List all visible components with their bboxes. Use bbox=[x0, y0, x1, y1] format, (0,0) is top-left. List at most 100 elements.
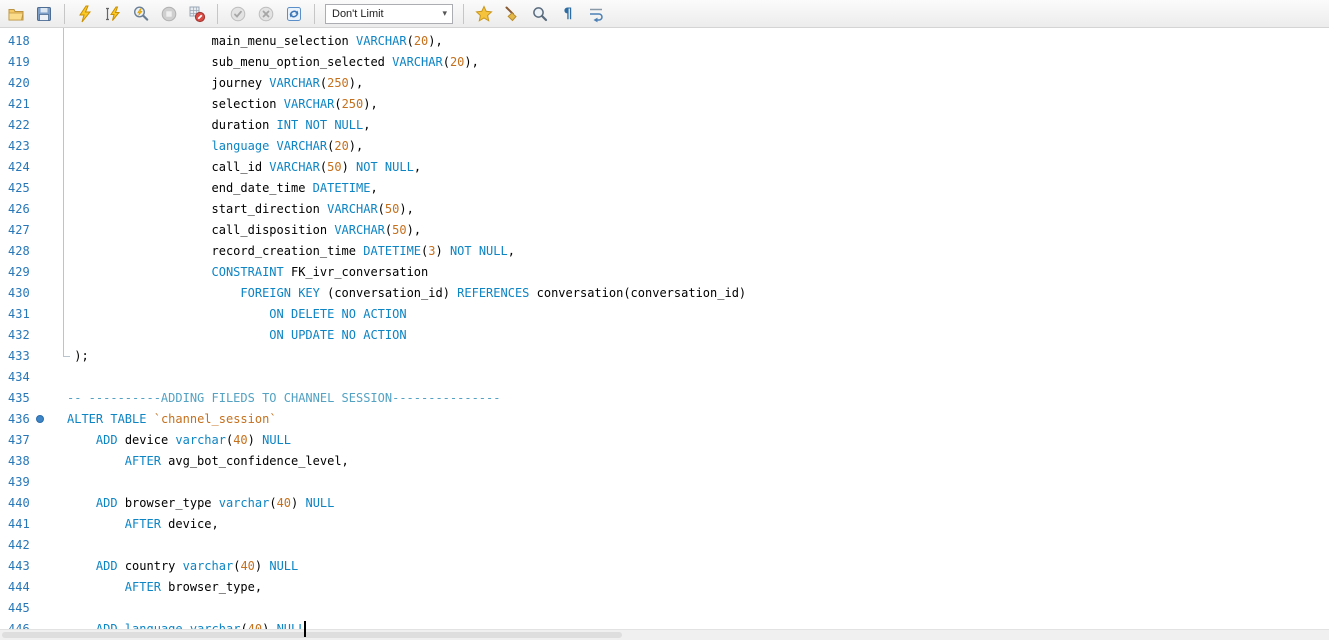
code-line[interactable]: 441 AFTER device, bbox=[0, 514, 1329, 535]
code-line[interactable]: 418 main_menu_selection VARCHAR(20), bbox=[0, 31, 1329, 52]
toggle-autocommit-button[interactable] bbox=[284, 4, 304, 24]
code-line[interactable]: 430 FOREIGN KEY (conversation_id) REFERE… bbox=[0, 283, 1329, 304]
horizontal-scrollbar-thumb[interactable] bbox=[2, 632, 622, 638]
code-line[interactable]: 429 CONSTRAINT FK_ivr_conversation bbox=[0, 262, 1329, 283]
pilcrow-icon: ¶ bbox=[564, 7, 573, 21]
save-snippet-button[interactable] bbox=[474, 4, 494, 24]
toolbar-separator bbox=[217, 4, 218, 24]
line-number: 443 bbox=[0, 556, 67, 577]
code-line[interactable]: 423 language VARCHAR(20), bbox=[0, 136, 1329, 157]
toggle-line-wrap-button[interactable] bbox=[586, 4, 606, 24]
code-text: sub_menu_option_selected VARCHAR(20), bbox=[67, 55, 479, 69]
code-line[interactable]: 434 bbox=[0, 367, 1329, 388]
toggle-invisible-characters-button[interactable]: ¶ bbox=[558, 4, 578, 24]
code-line[interactable]: 442 bbox=[0, 535, 1329, 556]
save-sql-script-button[interactable] bbox=[34, 4, 54, 24]
code-text: end_date_time DATETIME, bbox=[67, 181, 378, 195]
magnifier-bolt-icon bbox=[132, 5, 150, 23]
code-text: -- ----------ADDING FILEDS TO CHANNEL SE… bbox=[67, 391, 500, 405]
code-line[interactable]: 443 ADD country varchar(40) NULL bbox=[0, 556, 1329, 577]
line-number: 420 bbox=[0, 73, 67, 94]
stop-query-button[interactable] bbox=[159, 4, 179, 24]
statement-marker bbox=[36, 415, 44, 423]
commit-check-icon bbox=[229, 5, 247, 23]
code-line[interactable]: 436ALTER TABLE `channel_session` bbox=[0, 409, 1329, 430]
commit-transaction-button[interactable] bbox=[228, 4, 248, 24]
line-number: 438 bbox=[0, 451, 67, 472]
execute-current-statement-button[interactable] bbox=[103, 4, 123, 24]
code-line[interactable]: 438 AFTER avg_bot_confidence_level, bbox=[0, 451, 1329, 472]
line-number: 436 bbox=[0, 409, 67, 430]
code-line[interactable]: 439 bbox=[0, 472, 1329, 493]
beautify-sql-button[interactable] bbox=[502, 4, 522, 24]
code-line[interactable]: 422 duration INT NOT NULL, bbox=[0, 115, 1329, 136]
code-line[interactable]: 437 ADD device varchar(40) NULL bbox=[0, 430, 1329, 451]
toolbar-separator bbox=[463, 4, 464, 24]
code-text: AFTER browser_type, bbox=[67, 580, 262, 594]
code-line[interactable]: 427 call_disposition VARCHAR(50), bbox=[0, 220, 1329, 241]
line-number: 425 bbox=[0, 178, 67, 199]
line-number: 434 bbox=[0, 367, 67, 388]
row-limit-value: Don't Limit bbox=[332, 8, 384, 20]
toggle-stop-on-error-button[interactable] bbox=[187, 4, 207, 24]
code-lines: 418 main_menu_selection VARCHAR(20),419 … bbox=[0, 28, 1329, 640]
sql-editor-toolbar: Don't Limit ▾ ¶ bbox=[0, 0, 1329, 28]
toolbar-separator bbox=[314, 4, 315, 24]
code-text: AFTER device, bbox=[67, 517, 219, 531]
line-number: 432 bbox=[0, 325, 67, 346]
find-button[interactable] bbox=[530, 4, 550, 24]
code-text: duration INT NOT NULL, bbox=[67, 118, 370, 132]
code-line[interactable]: 440 ADD browser_type varchar(40) NULL bbox=[0, 493, 1329, 514]
line-number: 426 bbox=[0, 199, 67, 220]
code-line[interactable]: 426 start_direction VARCHAR(50), bbox=[0, 199, 1329, 220]
toolbar-separator bbox=[64, 4, 65, 24]
sql-editor-window: Don't Limit ▾ ¶ bbox=[0, 0, 1329, 640]
wrap-text-icon bbox=[587, 5, 605, 23]
line-number: 444 bbox=[0, 577, 67, 598]
stop-on-error-icon bbox=[188, 5, 206, 23]
explain-plan-button[interactable] bbox=[131, 4, 151, 24]
line-number: 422 bbox=[0, 115, 67, 136]
line-number: 431 bbox=[0, 304, 67, 325]
code-line[interactable]: 420 journey VARCHAR(250), bbox=[0, 73, 1329, 94]
text-caret bbox=[304, 621, 306, 637]
line-number: 439 bbox=[0, 472, 67, 493]
code-line[interactable]: 421 selection VARCHAR(250), bbox=[0, 94, 1329, 115]
code-line[interactable]: 433 ); bbox=[0, 346, 1329, 367]
line-number: 419 bbox=[0, 52, 67, 73]
fold-guide-line bbox=[63, 28, 64, 357]
stop-circle-icon bbox=[160, 5, 178, 23]
autocommit-icon bbox=[285, 5, 303, 23]
sql-code-editor[interactable]: 418 main_menu_selection VARCHAR(20),419 … bbox=[0, 28, 1329, 640]
code-text: main_menu_selection VARCHAR(20), bbox=[67, 34, 443, 48]
code-line[interactable]: 431 ON DELETE NO ACTION bbox=[0, 304, 1329, 325]
line-number: 424 bbox=[0, 157, 67, 178]
line-number: 423 bbox=[0, 136, 67, 157]
code-text: AFTER avg_bot_confidence_level, bbox=[67, 454, 349, 468]
code-text: journey VARCHAR(250), bbox=[67, 76, 363, 90]
line-number: 418 bbox=[0, 31, 67, 52]
code-line[interactable]: 435-- ----------ADDING FILEDS TO CHANNEL… bbox=[0, 388, 1329, 409]
row-limit-dropdown[interactable]: Don't Limit ▾ bbox=[325, 4, 453, 24]
code-text: ADD country varchar(40) NULL bbox=[67, 559, 298, 573]
code-text: FOREIGN KEY (conversation_id) REFERENCES… bbox=[67, 286, 746, 300]
code-line[interactable]: 424 call_id VARCHAR(50) NOT NULL, bbox=[0, 157, 1329, 178]
code-line[interactable]: 445 bbox=[0, 598, 1329, 619]
rollback-transaction-button[interactable] bbox=[256, 4, 276, 24]
fold-guide-corner bbox=[63, 356, 70, 357]
execute-sql-button[interactable] bbox=[75, 4, 95, 24]
code-line[interactable]: 444 AFTER browser_type, bbox=[0, 577, 1329, 598]
code-line[interactable]: 428 record_creation_time DATETIME(3) NOT… bbox=[0, 241, 1329, 262]
line-number: 428 bbox=[0, 241, 67, 262]
code-line[interactable]: 425 end_date_time DATETIME, bbox=[0, 178, 1329, 199]
lightning-bolt-icon bbox=[76, 5, 94, 23]
open-sql-script-button[interactable] bbox=[6, 4, 26, 24]
horizontal-scrollbar[interactable] bbox=[0, 629, 1329, 640]
code-text: ADD browser_type varchar(40) NULL bbox=[67, 496, 334, 510]
code-text: ALTER TABLE `channel_session` bbox=[67, 412, 277, 426]
code-line[interactable]: 419 sub_menu_option_selected VARCHAR(20)… bbox=[0, 52, 1329, 73]
code-text: record_creation_time DATETIME(3) NOT NUL… bbox=[67, 244, 515, 258]
code-line[interactable]: 432 ON UPDATE NO ACTION bbox=[0, 325, 1329, 346]
broom-icon bbox=[503, 5, 521, 23]
code-text: ON DELETE NO ACTION bbox=[67, 307, 407, 321]
